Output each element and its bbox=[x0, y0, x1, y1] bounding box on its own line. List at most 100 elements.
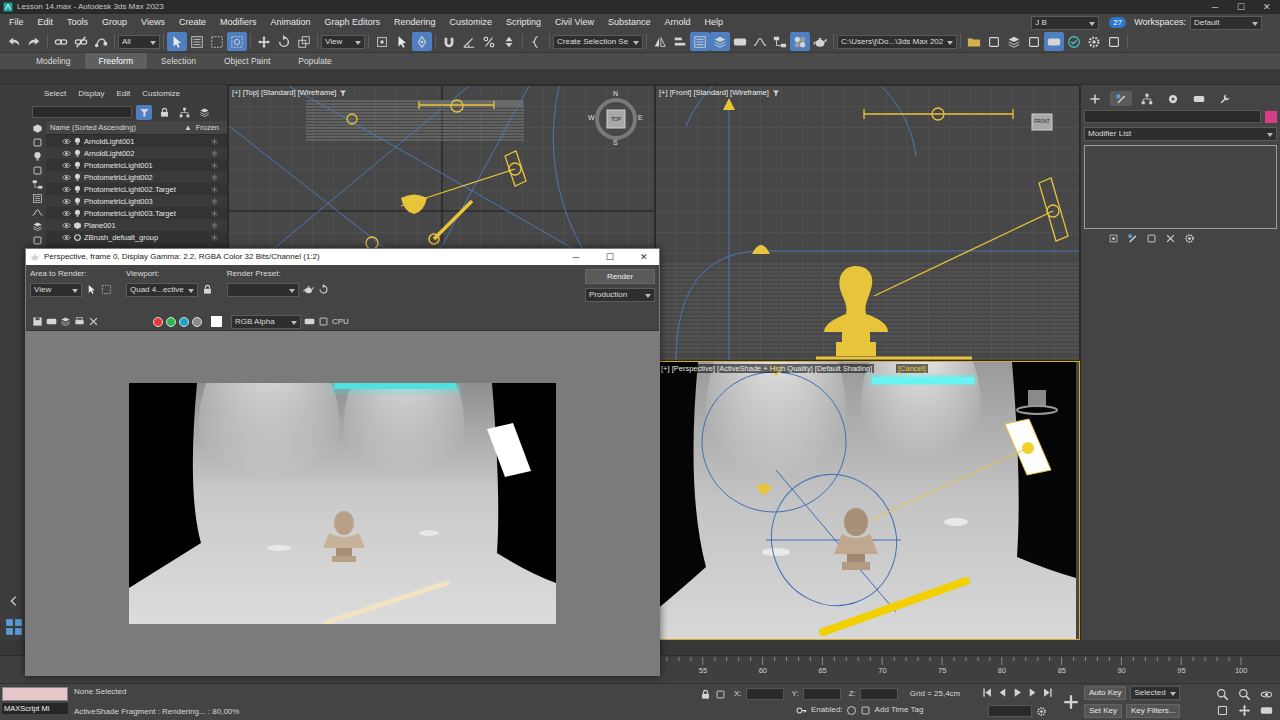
menu-item[interactable]: Substance bbox=[601, 17, 658, 28]
ribbon-tab[interactable]: Populate bbox=[284, 53, 346, 69]
add-time-tag[interactable]: Add Time Tag bbox=[875, 705, 924, 715]
perspective-viewport[interactable]: [+] [Perspective] [ActiveShade + High Qu… bbox=[655, 361, 1080, 640]
auto-key-button[interactable]: Auto Key bbox=[1084, 686, 1126, 700]
window-control-button[interactable]: ☐ bbox=[1228, 2, 1254, 13]
eye-icon[interactable] bbox=[62, 161, 71, 170]
pivot-icon[interactable] bbox=[1108, 233, 1119, 244]
coordinate-field[interactable] bbox=[803, 688, 841, 700]
object-color-swatch[interactable] bbox=[1265, 111, 1277, 123]
production-dropdown[interactable]: Production bbox=[585, 288, 655, 302]
lock-icon[interactable] bbox=[202, 284, 213, 295]
save-icon[interactable] bbox=[32, 316, 43, 327]
project-path-dropdown[interactable]: C:\Users\j\Do...\3ds Max 202 bbox=[837, 35, 957, 49]
explorer-filter-button[interactable] bbox=[176, 105, 192, 120]
object-name-field[interactable] bbox=[1084, 110, 1261, 123]
tool-button[interactable] bbox=[51, 32, 71, 51]
teapot-icon[interactable] bbox=[303, 284, 314, 295]
schematic-icon[interactable] bbox=[32, 179, 43, 190]
light-icon[interactable] bbox=[32, 151, 43, 162]
maxscript-input[interactable] bbox=[2, 687, 68, 701]
explorer-row[interactable]: Plane001 bbox=[46, 219, 227, 231]
enabled-toggle[interactable] bbox=[847, 706, 856, 715]
modifier-list-dropdown[interactable]: Modifier List bbox=[1084, 127, 1277, 141]
ribbon-tab[interactable]: Object Paint bbox=[210, 53, 284, 69]
play-icon[interactable] bbox=[1012, 687, 1023, 698]
list-icon[interactable] bbox=[32, 193, 43, 204]
explorer-menu-item[interactable]: Display bbox=[72, 89, 110, 99]
tool-button[interactable] bbox=[650, 32, 670, 51]
filter-icon[interactable] bbox=[772, 89, 780, 97]
window-control-button[interactable]: ✕ bbox=[1254, 2, 1280, 13]
box-icon[interactable] bbox=[32, 165, 43, 176]
command-panel-tab[interactable] bbox=[1162, 91, 1184, 106]
current-frame-field[interactable] bbox=[988, 705, 1032, 717]
snow-icon[interactable] bbox=[210, 149, 219, 158]
menu-item[interactable]: Group bbox=[95, 17, 134, 28]
tool-button[interactable] bbox=[710, 32, 730, 51]
snow-icon[interactable] bbox=[210, 173, 219, 182]
explorer-row[interactable]: PhotometricLight003 bbox=[46, 195, 227, 207]
layers-icon[interactable] bbox=[32, 221, 43, 232]
tool-button[interactable] bbox=[294, 32, 314, 51]
eye-icon[interactable] bbox=[62, 221, 71, 230]
eye-icon[interactable] bbox=[62, 149, 71, 158]
box-icon[interactable] bbox=[32, 235, 43, 246]
modifier-stack[interactable] bbox=[1084, 145, 1277, 229]
frozen-column-header[interactable]: Frozen bbox=[196, 123, 219, 132]
eye-icon[interactable] bbox=[62, 137, 71, 146]
tool-button[interactable] bbox=[750, 32, 770, 51]
tool-button[interactable] bbox=[810, 32, 830, 51]
zoom-icon[interactable] bbox=[1216, 688, 1229, 701]
snow-icon[interactable] bbox=[210, 233, 219, 242]
tool-button[interactable] bbox=[770, 32, 790, 51]
tool-button[interactable] bbox=[1004, 32, 1024, 51]
channel-toggle[interactable] bbox=[179, 317, 189, 327]
curve-icon[interactable] bbox=[32, 207, 43, 218]
snow-icon[interactable] bbox=[210, 161, 219, 170]
tool-button[interactable] bbox=[24, 32, 44, 51]
command-panel-tab[interactable] bbox=[1214, 91, 1236, 106]
rect-icon[interactable] bbox=[101, 284, 112, 295]
window-control-button[interactable]: ─ bbox=[561, 252, 591, 263]
eye-icon[interactable] bbox=[62, 233, 71, 242]
menu-item[interactable]: Scripting bbox=[499, 17, 548, 28]
explorer-filter-button[interactable] bbox=[136, 105, 152, 120]
tool-button[interactable] bbox=[984, 32, 1004, 51]
box-icon[interactable] bbox=[32, 137, 43, 148]
menu-item[interactable]: Views bbox=[134, 17, 172, 28]
explorer-filter-button[interactable] bbox=[196, 105, 212, 120]
command-panel-tab[interactable] bbox=[1110, 91, 1132, 106]
eye-icon[interactable] bbox=[62, 197, 71, 206]
rotate-icon[interactable] bbox=[318, 284, 329, 295]
arrowleft-icon[interactable] bbox=[7, 594, 21, 608]
snow-icon[interactable] bbox=[210, 185, 219, 194]
command-panel-tab[interactable] bbox=[1136, 91, 1158, 106]
lock-icon[interactable] bbox=[700, 689, 711, 700]
viewport-label[interactable]: [+] [Perspective] [ActiveShade + High Qu… bbox=[659, 364, 874, 373]
tool-button[interactable] bbox=[4, 32, 24, 51]
menu-item[interactable]: Edit bbox=[31, 17, 61, 28]
explorer-row[interactable]: PhotometricLight001 bbox=[46, 159, 227, 171]
menu-item[interactable]: Help bbox=[697, 17, 730, 28]
command-panel-tab[interactable] bbox=[1084, 91, 1106, 106]
command-panel-tab[interactable] bbox=[1188, 91, 1210, 106]
menu-item[interactable]: Customize bbox=[443, 17, 500, 28]
reference-coord-dropdown[interactable]: View bbox=[321, 35, 365, 49]
box-icon[interactable] bbox=[715, 689, 726, 700]
render-button[interactable]: Render bbox=[585, 269, 655, 284]
tool-button[interactable] bbox=[1044, 32, 1064, 51]
modify-icon[interactable] bbox=[1127, 233, 1138, 244]
tool-button[interactable] bbox=[526, 32, 546, 51]
tool-button[interactable] bbox=[1024, 32, 1044, 51]
layers-icon[interactable] bbox=[60, 316, 71, 327]
window-control-button[interactable]: ☐ bbox=[595, 252, 625, 263]
eye-icon[interactable] bbox=[62, 209, 71, 218]
gear-icon[interactable] bbox=[1184, 233, 1195, 244]
window-control-button[interactable]: ✕ bbox=[629, 252, 659, 263]
tool-button[interactable] bbox=[227, 32, 247, 51]
front-viewport[interactable]: [+] [Front] [Standard] [Wireframe]FRONT bbox=[655, 85, 1080, 361]
tool-button[interactable] bbox=[459, 32, 479, 51]
channel-display-dropdown[interactable]: RGB Alpha bbox=[231, 315, 301, 329]
tool-button[interactable] bbox=[91, 32, 111, 51]
tool-button[interactable] bbox=[372, 32, 392, 51]
